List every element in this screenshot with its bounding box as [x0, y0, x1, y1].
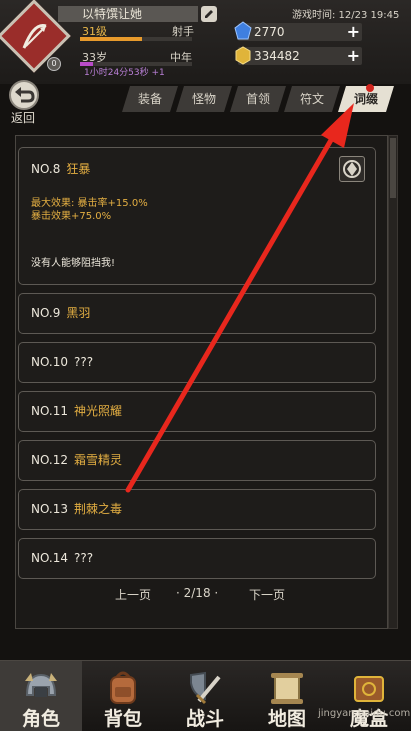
- time-remaining: 1小时24分53秒 +1: [84, 68, 165, 78]
- back-button[interactable]: 返回: [7, 80, 43, 125]
- gems-value: 2770: [254, 25, 285, 39]
- affix-crit-effect: 暴击效果+75.0%: [31, 211, 112, 222]
- affix-name: 黑羽: [66, 306, 91, 320]
- nav-label: 角色: [21, 708, 60, 730]
- nav-label: 战斗: [185, 708, 224, 730]
- tab-bosses[interactable]: 首领: [230, 86, 286, 112]
- affix-number: NO.13: [31, 502, 69, 516]
- new-badge-dot: [366, 84, 374, 92]
- affix-row-13[interactable]: NO.13 荆棘之毒: [18, 489, 376, 530]
- back-label: 返回: [11, 111, 36, 125]
- gems-counter: 2770 +: [234, 21, 362, 41]
- affix-row-10[interactable]: NO.10???: [18, 342, 376, 383]
- add-gold-button[interactable]: +: [347, 47, 360, 65]
- watermark-text: jingyan.baidu.com: [318, 708, 411, 719]
- affix-name: ???: [74, 355, 94, 369]
- helmet-icon: [25, 673, 57, 697]
- page-indicator: · 2/18 ·: [176, 586, 219, 600]
- nav-backpack[interactable]: 背包: [82, 661, 164, 731]
- scrollbar-thumb[interactable]: [390, 138, 396, 198]
- avatar-level-badge: 0: [47, 57, 61, 71]
- affix-detail-card[interactable]: NO.8 狂暴 最大效果: 暴击率+15.0% 暴击效果+75.0% 没有人能够阻…: [18, 147, 376, 285]
- tab-equipment[interactable]: 装备: [122, 86, 178, 112]
- affix-number: NO.9: [31, 306, 61, 320]
- affix-number: NO.11: [31, 404, 69, 418]
- affix-quote: 没有人能够阻挡我!: [31, 258, 116, 269]
- edit-name-button[interactable]: [201, 6, 217, 22]
- affix-number: NO.8: [31, 162, 61, 176]
- affix-number: NO.10: [31, 355, 69, 369]
- affix-row-11[interactable]: NO.11 神光照耀: [18, 391, 376, 432]
- bow-icon: [22, 23, 47, 49]
- nav-label: 背包: [103, 708, 142, 730]
- affix-name: 荆棘之毒: [74, 502, 123, 516]
- sword-shield-icon: [190, 671, 221, 705]
- gold-counter: 334482 +: [235, 46, 362, 65]
- affix-row-14[interactable]: NO.14???: [18, 538, 376, 579]
- relic-icon[interactable]: [339, 156, 365, 182]
- nav-battle[interactable]: 战斗: [164, 661, 246, 731]
- affix-number: NO.12: [31, 453, 69, 467]
- nav-map[interactable]: 地图: [246, 661, 328, 731]
- bottom-nav: 角色 背包 战斗 地图 魔盒: [0, 660, 411, 731]
- add-gems-button[interactable]: +: [347, 23, 360, 41]
- affix-number: NO.14: [31, 551, 69, 565]
- back-arrow-icon: [9, 80, 39, 110]
- gold-icon: [235, 46, 251, 65]
- xp-bar-fill: [80, 37, 142, 41]
- magic-box-icon: [354, 676, 384, 702]
- affix-name: 神光照耀: [74, 404, 123, 418]
- scroll-map-icon: [271, 673, 303, 704]
- nav-character[interactable]: 角色: [0, 661, 82, 731]
- pencil-icon: [205, 10, 213, 18]
- affix-detail-title: NO.8 狂暴: [31, 160, 90, 177]
- gem-icon: [234, 21, 252, 40]
- affix-name: 霜雪精灵: [74, 453, 123, 467]
- xp-bar: [80, 37, 192, 41]
- affix-row-12[interactable]: NO.12 霜雪精灵: [18, 440, 376, 481]
- tab-runes[interactable]: 符文: [284, 86, 340, 112]
- next-page-button[interactable]: 下一页: [249, 586, 285, 603]
- scrollbar[interactable]: [388, 135, 398, 629]
- player-name: 以特馔让她: [58, 6, 198, 22]
- game-time: 游戏时间: 12/23 19:45: [292, 10, 400, 21]
- nav-label: 地图: [267, 708, 306, 730]
- affix-row-9[interactable]: NO.9 黑羽: [18, 293, 376, 334]
- prev-page-button[interactable]: 上一页: [115, 586, 151, 603]
- gold-value: 334482: [254, 49, 300, 63]
- top-header: 0 以特馔让她 31级 射手 33岁 中年 1小时24分53秒 +1 游戏时间:…: [0, 0, 411, 84]
- affix-name: 狂暴: [66, 162, 91, 176]
- codex-tabs: 装备 怪物 首领 符文 词缀: [122, 86, 394, 112]
- backpack-icon: [110, 671, 136, 704]
- nav-magic-box[interactable]: 魔盒: [328, 661, 410, 731]
- affix-name: ???: [74, 551, 94, 565]
- tab-monsters[interactable]: 怪物: [176, 86, 232, 112]
